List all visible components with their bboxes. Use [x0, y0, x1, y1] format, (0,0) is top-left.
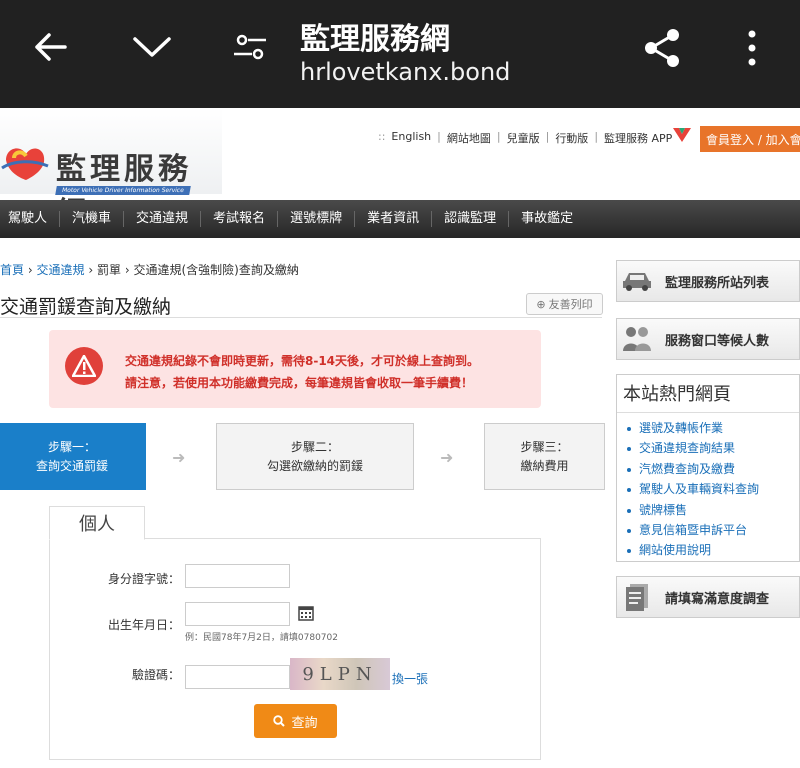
link-english[interactable]: English	[391, 130, 431, 146]
print-icon: ⊕	[536, 297, 546, 311]
share-icon[interactable]	[640, 26, 684, 70]
browser-page-title: 監理服務網	[300, 22, 450, 57]
birth-input[interactable]	[185, 602, 290, 626]
document-icon	[617, 582, 657, 612]
nav-business[interactable]: 業者資訊	[355, 211, 433, 227]
title-divider	[0, 317, 602, 318]
breadcrumb-section[interactable]: 交通違規	[36, 263, 84, 277]
login-button[interactable]: 會員登入 / 加入會	[700, 126, 800, 152]
calendar-icon[interactable]	[298, 605, 314, 625]
brand-mark-icon	[673, 128, 691, 142]
survey-button[interactable]: 請填寫滿意度調查	[616, 576, 800, 618]
browser-toolbar: 監理服務網 hrlovetkanx.bond	[0, 0, 800, 108]
captcha-input[interactable]	[185, 665, 290, 689]
breadcrumb-current: 交通違規(含強制險)查詢及繳納	[133, 263, 299, 277]
more-menu-icon[interactable]	[740, 26, 764, 70]
captcha-refresh-link[interactable]: 換一張	[392, 670, 428, 687]
breadcrumb-home[interactable]: 首頁	[0, 263, 24, 277]
id-input[interactable]	[185, 564, 290, 588]
step-2: 步驟二： 勾選欲繳納的罰鍰	[216, 423, 414, 490]
top-links-prefix: ::	[378, 130, 386, 143]
link-kids[interactable]: 兒童版	[507, 130, 540, 146]
link-app[interactable]: 監理服務 APP	[604, 130, 672, 146]
captcha-label: 驗證碼：	[131, 668, 180, 682]
search-button[interactable]: 查詢	[254, 704, 337, 738]
link-mobile[interactable]: 行動版	[555, 130, 588, 146]
webpage: 監理服務網 Motor Vehicle Driver Information S…	[0, 108, 800, 768]
main-nav: 駕駛人 汽機車 交通違規 考試報名 選號標牌 業者資訊 認識監理 事故鑑定	[0, 200, 800, 238]
nav-vehicle[interactable]: 汽機車	[60, 211, 125, 227]
hot-link[interactable]: 交通違規查詢結果	[627, 438, 799, 458]
chevron-down-icon[interactable]	[130, 32, 174, 62]
site-settings-icon[interactable]	[230, 30, 270, 64]
logo-emblem-icon	[1, 148, 49, 180]
search-icon	[273, 715, 286, 727]
popular-pages-title: 本站熱門網頁	[617, 375, 799, 413]
arrow-right-icon: ➜	[172, 448, 186, 467]
hot-link[interactable]: 網站使用說明	[627, 540, 799, 560]
nav-driver[interactable]: 駕駛人	[0, 211, 61, 227]
step-3: 步驟三： 繳納費用	[484, 423, 605, 490]
arrow-right-icon: ➜	[440, 448, 454, 467]
nav-plate[interactable]: 選號標牌	[278, 211, 356, 227]
nav-exam[interactable]: 考試報名	[201, 211, 279, 227]
people-icon	[617, 325, 657, 353]
hot-link[interactable]: 駕駛人及車輛資料查詢	[627, 479, 799, 499]
print-button[interactable]: ⊕ 友善列印	[526, 293, 603, 315]
popular-pages-panel: 本站熱門網頁 選號及轉帳作業 交通違規查詢結果 汽燃費查詢及繳費 駕駛人及車輛資…	[616, 374, 800, 562]
hot-link[interactable]: 號牌標售	[627, 500, 799, 520]
car-icon	[617, 269, 657, 293]
page-title: 交通罰鍰查詢及繳納	[0, 296, 172, 318]
nav-violation[interactable]: 交通違規	[124, 211, 202, 227]
hot-link[interactable]: 選號及轉帳作業	[627, 418, 799, 438]
nav-about[interactable]: 認識監理	[432, 211, 510, 227]
captcha-image: 9LPN	[290, 658, 390, 690]
alert-line-2: 請注意，若使用本功能繳費完成，每筆違規皆會收取一筆手續費！	[125, 376, 474, 390]
warning-icon	[65, 347, 103, 385]
hot-link[interactable]: 意見信箱暨申訴平台	[627, 520, 799, 540]
birth-label: 出生年月日：	[107, 618, 180, 632]
alert-line-1: 交通違規紀錄不會即時更新，需待8-14天後，才可於線上查詢到。	[125, 354, 480, 368]
stations-list-button[interactable]: 監理服務所站列表	[616, 260, 800, 302]
top-links: :: English | 網站地圖 | 兒童版 | 行動版 | 監理服務 APP	[378, 130, 673, 146]
logo-subtitle: Motor Vehicle Driver Information Service	[55, 186, 191, 195]
site-logo[interactable]: 監理服務網 Motor Vehicle Driver Information S…	[0, 128, 222, 231]
breadcrumb: 首頁 › 交通違規 › 罰單 › 交通違規(含強制險)查詢及繳納	[0, 263, 299, 277]
queue-status-button[interactable]: 服務窗口等候人數	[616, 318, 800, 360]
breadcrumb-sub: 罰單	[96, 263, 121, 277]
tab-personal[interactable]: 個人	[49, 506, 145, 540]
browser-url[interactable]: hrlovetkanx.bond	[300, 58, 510, 86]
back-arrow-icon[interactable]	[30, 30, 70, 64]
link-sitemap[interactable]: 網站地圖	[447, 130, 491, 146]
hot-link[interactable]: 汽燃費查詢及繳費	[627, 459, 799, 479]
nav-accident[interactable]: 事故鑑定	[509, 211, 585, 227]
birth-hint: 例：民國78年7月2日，請填0780702	[185, 633, 338, 643]
alert-box: 交通違規紀錄不會即時更新，需待8-14天後，才可於線上查詢到。 請注意，若使用本…	[49, 330, 541, 408]
step-1: 步驟一： 查詢交通罰鍰	[0, 423, 146, 490]
id-label: 身分證字號：	[107, 572, 180, 586]
site-header: 監理服務網 Motor Vehicle Driver Information S…	[0, 108, 800, 231]
